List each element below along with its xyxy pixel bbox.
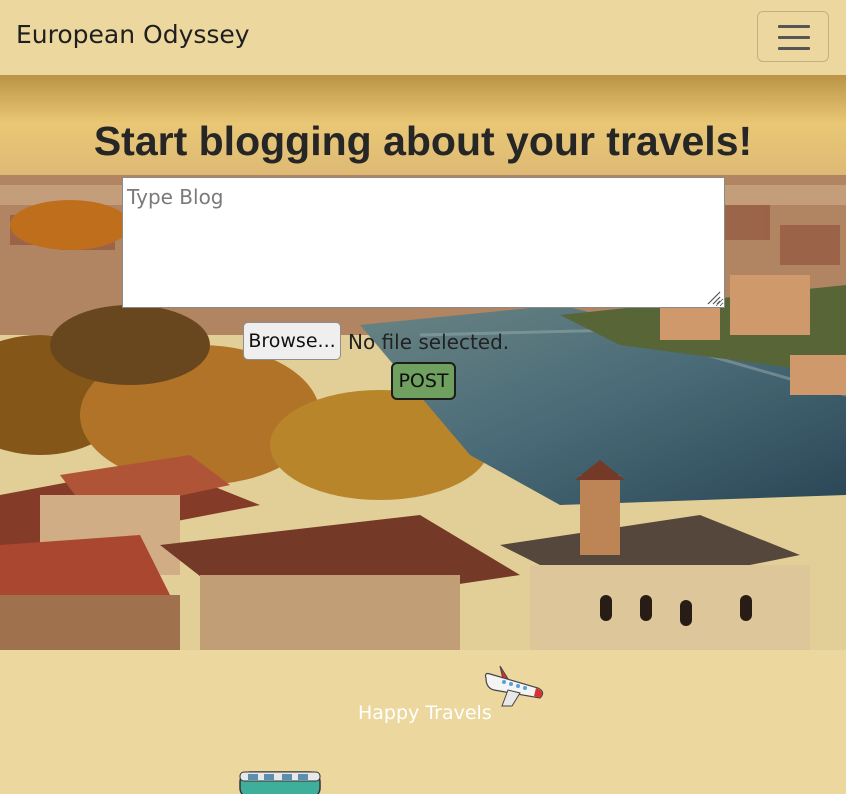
airplane-icon <box>484 665 544 707</box>
resize-handle-icon[interactable] <box>705 289 721 305</box>
blog-textarea[interactable] <box>122 177 725 308</box>
brand-title[interactable]: European Odyssey <box>16 20 250 49</box>
navbar-toggle-button[interactable] <box>757 11 829 62</box>
post-button[interactable]: POST <box>391 362 456 400</box>
footer-text: Happy Travels <box>358 702 492 724</box>
train-icon <box>239 771 321 794</box>
hamburger-menu-icon <box>778 25 810 28</box>
file-status-text: No file selected. <box>348 330 510 354</box>
browse-file-button[interactable]: Browse... <box>243 322 341 360</box>
hamburger-menu-icon <box>778 47 810 50</box>
page-title: Start blogging about your travels! <box>93 118 753 164</box>
hamburger-menu-icon <box>778 36 810 39</box>
navbar: European Odyssey <box>0 0 846 75</box>
